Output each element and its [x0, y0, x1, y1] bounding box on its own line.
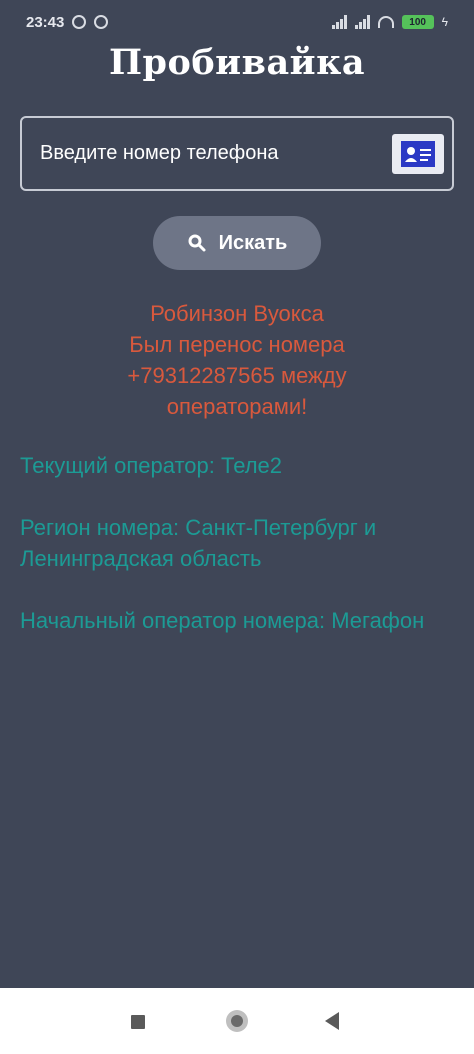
contacts-icon	[401, 140, 435, 167]
current-operator: Текущий оператор: Теле2	[20, 453, 283, 478]
signal-icon-secondary	[354, 15, 370, 29]
alert-line: Был перенос номера	[129, 332, 345, 357]
status-time: 23:43	[26, 13, 65, 31]
number-region: Регион номера: Санкт-Петербург и Ленингр…	[20, 515, 377, 571]
alert-line: +79312287565 между	[127, 363, 347, 388]
home-icon[interactable]	[226, 1010, 248, 1032]
phone-field[interactable]	[20, 116, 454, 191]
app-title: Пробивайка	[108, 42, 366, 83]
battery-level: 100	[409, 16, 426, 28]
original-operator: Начальный оператор номера: Мегафон	[20, 608, 425, 633]
status-left: 23:43	[26, 13, 109, 31]
search-icon	[188, 234, 206, 252]
status-bar: 23:43 100 ϟ	[0, 0, 474, 44]
back-icon[interactable]	[325, 1012, 339, 1030]
status-right: 100 ϟ	[331, 15, 448, 29]
recents-icon[interactable]	[131, 1015, 145, 1029]
settings-notification-icon	[94, 15, 109, 29]
notification-icon	[72, 15, 87, 29]
contacts-button[interactable]	[392, 133, 444, 174]
search-button[interactable]: Искать	[153, 216, 321, 270]
wifi-icon	[377, 16, 394, 28]
charging-icon: ϟ	[441, 15, 448, 29]
transfer-alert: Робинзон Вуокса Был перенос номера +7931…	[0, 298, 474, 422]
alert-line: Робинзон Вуокса	[150, 301, 324, 326]
search-label: Искать	[218, 231, 288, 254]
battery-icon: 100	[401, 15, 434, 29]
signal-icon	[331, 15, 347, 29]
alert-line: операторами!	[166, 394, 308, 419]
phone-input[interactable]	[40, 142, 392, 165]
